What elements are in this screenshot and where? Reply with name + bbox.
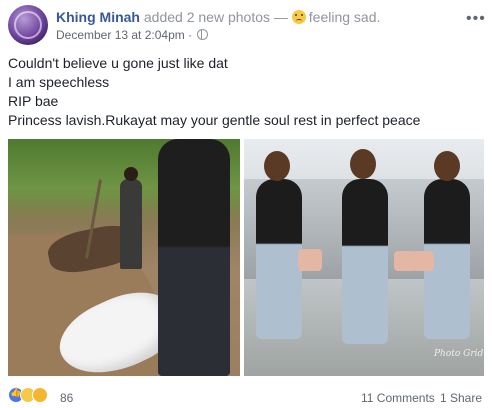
post-text-line: Couldn't believe u gone just like dat bbox=[8, 55, 228, 71]
handbag bbox=[412, 251, 434, 271]
ellipsis-icon[interactable]: ••• bbox=[466, 10, 486, 28]
post-footer: 86 11 Comments 1 Share bbox=[0, 384, 492, 406]
woman-head-1 bbox=[264, 151, 290, 181]
standing-man bbox=[158, 139, 230, 376]
globe-icon[interactable] bbox=[197, 29, 209, 40]
timestamp[interactable]: December 13 at 2:04pm bbox=[56, 28, 185, 42]
woman-head-3 bbox=[434, 151, 460, 181]
comments-link[interactable]: 11 Comments bbox=[361, 391, 435, 405]
avatar[interactable] bbox=[8, 5, 48, 45]
woman-figure-2 bbox=[342, 179, 388, 344]
portrait-collage-photo[interactable]: Photo Grid bbox=[244, 139, 484, 376]
post-meta: December 13 at 2:04pm · bbox=[56, 28, 209, 42]
post-card: Khing Minah added 2 new photos — feeling… bbox=[0, 0, 492, 408]
handbag bbox=[298, 249, 322, 271]
digger-figure bbox=[120, 179, 142, 269]
woman-head-2 bbox=[350, 149, 376, 179]
post-text-line: I am speechless bbox=[8, 74, 110, 90]
photo-grid-watermark: Photo Grid bbox=[434, 349, 484, 359]
meta-separator: · bbox=[188, 28, 193, 42]
sad-emoji-icon bbox=[291, 10, 306, 24]
post-text-line: Princess lavish.Rukayat may your gentle … bbox=[8, 112, 421, 128]
wow-icon[interactable] bbox=[32, 387, 48, 403]
grave-photo[interactable] bbox=[8, 139, 240, 376]
post-header: Khing Minah added 2 new photos — feeling… bbox=[56, 8, 380, 26]
share-count-link[interactable]: 1 Share bbox=[440, 391, 482, 405]
author-name[interactable]: Khing Minah bbox=[56, 9, 140, 25]
feeling-label[interactable]: feeling sad. bbox=[309, 9, 381, 25]
digger-head bbox=[124, 167, 138, 181]
reaction-count[interactable]: 86 bbox=[60, 391, 73, 405]
post-text-line: RIP bae bbox=[8, 93, 59, 109]
post-text: Couldn't believe u gone just like dat I … bbox=[8, 54, 420, 130]
post-action: added 2 new photos — bbox=[143, 9, 288, 25]
woman-figure-1 bbox=[256, 179, 302, 339]
